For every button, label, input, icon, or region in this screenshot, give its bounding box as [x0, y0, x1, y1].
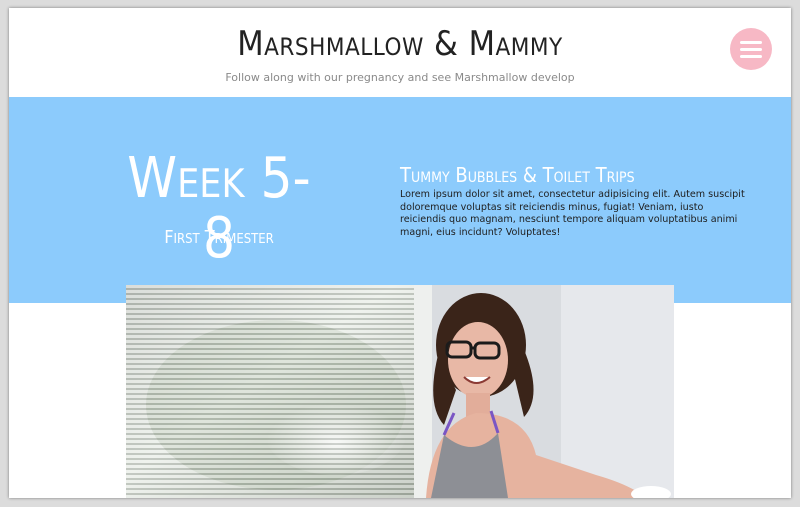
week-heading: Week 5-8 [127, 146, 311, 271]
site-title[interactable]: Marshmallow & Mammy [9, 24, 791, 64]
hero-photo [126, 285, 674, 498]
hamburger-menu-icon-line [740, 48, 762, 51]
web-page: Marshmallow & Mammy Follow along with ou… [9, 8, 791, 498]
trimester-label: First Trimester [164, 227, 274, 248]
post-excerpt: Lorem ipsum dolor sit amet, consectetur … [400, 189, 745, 238]
hamburger-menu-icon-line [740, 55, 762, 58]
photo-illustration [126, 285, 674, 498]
menu-button[interactable] [730, 28, 772, 70]
post-title[interactable]: Tummy Bubbles & Toilet Trips [400, 163, 760, 187]
site-tagline: Follow along with our pregnancy and see … [225, 71, 575, 84]
hero-section: Week 5-8 First Trimester Tummy Bubbles &… [9, 97, 791, 303]
hamburger-menu-icon-line [740, 41, 762, 44]
browser-frame: Marshmallow & Mammy Follow along with ou… [0, 0, 800, 507]
site-header: Marshmallow & Mammy Follow along with ou… [9, 8, 791, 97]
